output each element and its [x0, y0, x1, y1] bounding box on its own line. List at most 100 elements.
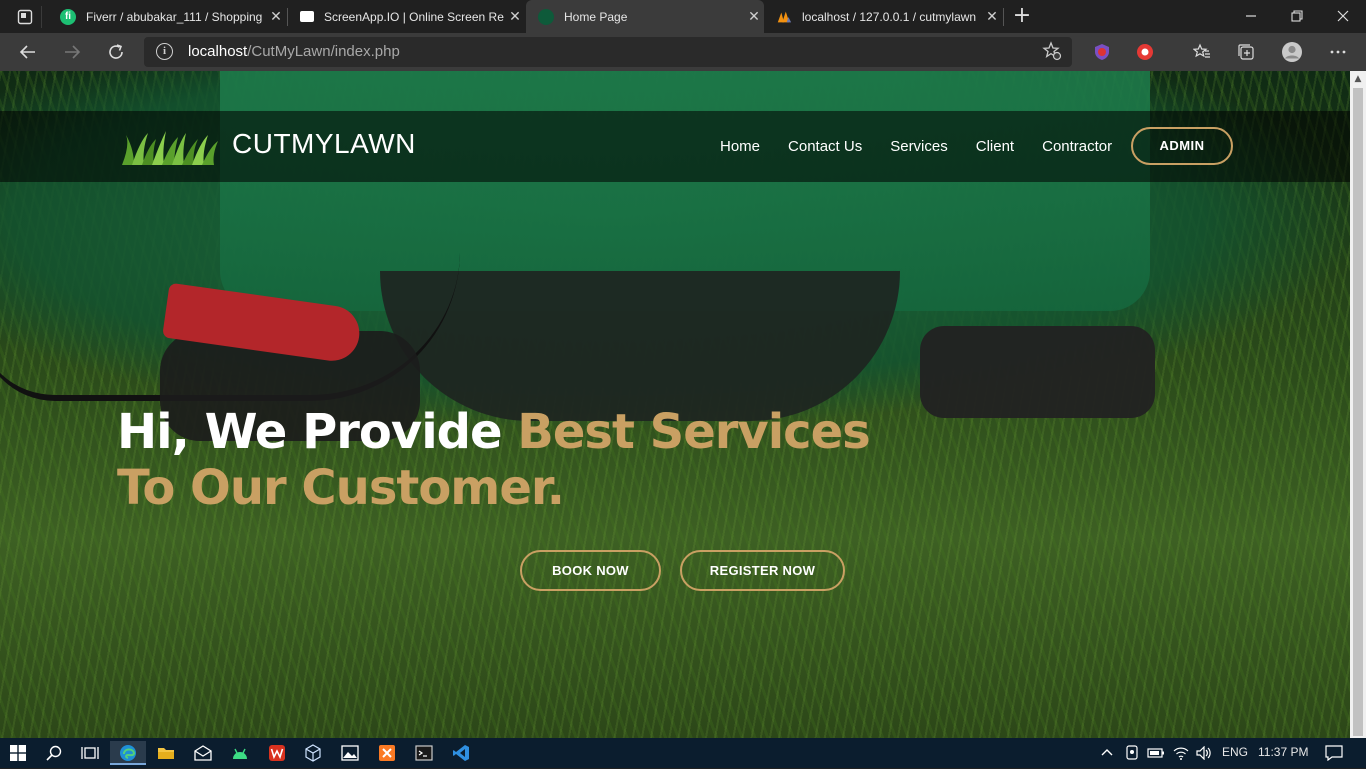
- url-path: /CutMyLawn/index.php: [247, 43, 400, 60]
- taskbar-wps[interactable]: [265, 741, 289, 765]
- scroll-up-icon[interactable]: ▲: [1350, 71, 1366, 87]
- hero-heading-gold: To Our Customer.: [117, 460, 565, 516]
- vscode-icon: [453, 745, 469, 761]
- taskbar-mail[interactable]: [191, 741, 215, 765]
- url-host: localhost: [188, 43, 248, 60]
- hero-background-deck: [380, 271, 900, 421]
- admin-button[interactable]: ADMIN: [1131, 127, 1233, 165]
- main-nav: Home Contact Us Services Client Contract…: [720, 138, 1140, 155]
- taskbar-vscode[interactable]: [449, 741, 473, 765]
- tab-title: localhost / 127.0.0.1 / cutmylawn: [802, 9, 977, 24]
- hero-heading-line-1: Hi, We Provide Best Services: [117, 404, 871, 460]
- register-now-button[interactable]: REGISTER NOW: [680, 550, 845, 591]
- nav-home[interactable]: Home: [720, 138, 760, 155]
- close-tab-icon[interactable]: ✕: [266, 8, 286, 25]
- folder-icon: [158, 748, 174, 759]
- task-view-icon: [81, 747, 99, 759]
- taskbar-android-studio[interactable]: [228, 741, 252, 765]
- site-icon: [538, 8, 554, 25]
- url-text: localhost/CutMyLawn/index.php: [188, 43, 400, 60]
- hero-heading-white: Hi, We Provide: [117, 404, 518, 460]
- close-tab-icon[interactable]: ✕: [982, 8, 1002, 25]
- notifications-icon[interactable]: [1325, 745, 1343, 761]
- back-button[interactable]: [14, 38, 42, 66]
- address-bar[interactable]: i localhost/CutMyLawn/index.php: [144, 37, 1072, 67]
- nav-services[interactable]: Services: [890, 138, 948, 155]
- tab-title: ScreenApp.IO | Online Screen Re: [324, 9, 504, 24]
- taskbar-terminal[interactable]: [412, 741, 436, 765]
- taskbar-xampp[interactable]: [375, 741, 399, 765]
- record-extension-icon: [1137, 44, 1153, 60]
- scrollbar-thumb[interactable]: [1353, 88, 1363, 736]
- meet-now-icon[interactable]: [1124, 745, 1140, 761]
- system-clock[interactable]: 11:37 PM: [1258, 745, 1308, 759]
- nav-client[interactable]: Client: [976, 138, 1014, 155]
- tab-screenapp[interactable]: ScreenApp.IO | Online Screen Re ✕: [288, 0, 525, 33]
- forward-button[interactable]: [58, 38, 86, 66]
- taskbar-file-explorer[interactable]: [154, 741, 178, 765]
- book-now-button[interactable]: BOOK NOW: [520, 550, 661, 591]
- xampp-icon: [379, 745, 395, 761]
- tab-title: Home Page: [564, 9, 628, 24]
- search-button[interactable]: [42, 741, 66, 765]
- tab-fiverr[interactable]: fi Fiverr / abubakar_111 / Shopping ✕: [48, 0, 286, 33]
- minimize-button[interactable]: [1228, 0, 1274, 33]
- site-brand[interactable]: CUTMYLAWN: [232, 128, 416, 160]
- input-language[interactable]: ENG: [1222, 745, 1248, 759]
- tab-home-page[interactable]: Home Page ✕: [526, 0, 764, 33]
- screenapp-icon: [300, 11, 314, 22]
- wps-office-icon: [269, 745, 285, 761]
- battery-icon[interactable]: [1147, 746, 1165, 760]
- task-view-button[interactable]: [78, 741, 102, 765]
- mail-icon: [194, 745, 212, 761]
- close-window-button[interactable]: [1320, 0, 1366, 33]
- close-tab-icon[interactable]: ✕: [744, 8, 764, 25]
- shield-extension-icon: [1095, 44, 1109, 60]
- nav-contractor[interactable]: Contractor: [1042, 138, 1112, 155]
- tab-phpmyadmin[interactable]: localhost / 127.0.0.1 / cutmylawn ✕: [764, 0, 1002, 33]
- taskbar-3d-viewer[interactable]: [301, 741, 325, 765]
- settings-more-button[interactable]: [1326, 40, 1350, 64]
- forward-arrow-icon: [65, 45, 81, 59]
- taskbar-edge[interactable]: [110, 741, 146, 765]
- photos-icon: [341, 745, 359, 761]
- page-viewport: CUTMYLAWN Home Contact Us Services Clien…: [0, 71, 1350, 738]
- show-hidden-icons-icon[interactable]: [1100, 746, 1114, 760]
- edge-icon: [120, 745, 136, 761]
- taskbar-photos[interactable]: [338, 741, 362, 765]
- tab-actions-button[interactable]: [8, 6, 42, 28]
- start-button[interactable]: [6, 741, 30, 765]
- refresh-icon: [109, 44, 123, 59]
- collections-icon: [1238, 44, 1254, 60]
- browser-toolbar: i localhost/CutMyLawn/index.php: [0, 33, 1366, 71]
- wifi-icon[interactable]: [1173, 746, 1189, 760]
- favorites-button[interactable]: [1190, 40, 1214, 64]
- close-tab-icon[interactable]: ✕: [505, 8, 525, 25]
- search-icon: [46, 745, 62, 761]
- maximize-button[interactable]: [1274, 0, 1320, 33]
- hero-heading-line-2: To Our Customer.: [117, 460, 565, 516]
- favorites-icon: [1192, 43, 1210, 58]
- minimize-icon: [1246, 15, 1256, 17]
- more-icon: [1330, 50, 1346, 54]
- site-info-icon[interactable]: i: [156, 43, 173, 60]
- back-arrow-icon: [19, 45, 35, 59]
- phpmyadmin-icon: [777, 11, 792, 22]
- command-prompt-icon: [415, 745, 433, 761]
- grass-logo-icon[interactable]: [122, 131, 218, 165]
- cube-icon: [305, 744, 321, 762]
- extension-record-button[interactable]: [1133, 40, 1157, 64]
- site-header: CUTMYLAWN Home Contact Us Services Clien…: [0, 111, 1350, 182]
- tab-actions-icon: [17, 9, 33, 25]
- refresh-button[interactable]: [102, 38, 130, 66]
- collections-button[interactable]: [1234, 40, 1258, 64]
- tab-divider: [1003, 8, 1004, 26]
- extension-shield-button[interactable]: [1090, 40, 1114, 64]
- profile-button[interactable]: [1280, 40, 1304, 64]
- fiverr-icon: fi: [60, 8, 76, 25]
- volume-icon[interactable]: [1196, 746, 1212, 760]
- add-favorite-icon[interactable]: [1042, 41, 1062, 61]
- new-tab-button[interactable]: +: [1010, 4, 1034, 28]
- nav-contact-us[interactable]: Contact Us: [788, 138, 862, 155]
- windows-taskbar: ENG 11:37 PM: [0, 738, 1366, 768]
